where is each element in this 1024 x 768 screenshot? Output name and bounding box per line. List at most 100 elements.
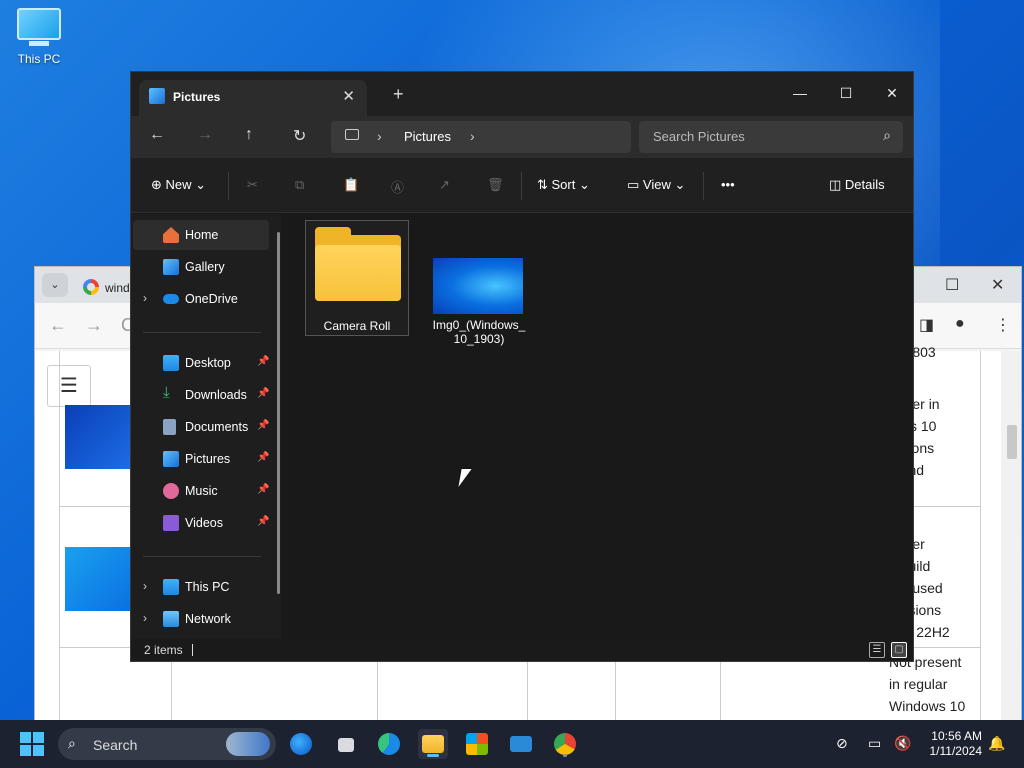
nav-item-music[interactable]: Music 📌 — [133, 476, 269, 506]
taskbar-search[interactable]: ⌕ Search — [58, 728, 276, 760]
nav-label: This PC — [185, 580, 230, 594]
maximize-button[interactable]: ☐ — [823, 78, 869, 108]
page-scrollbar[interactable] — [1001, 351, 1021, 723]
documents-icon — [163, 419, 176, 435]
desktop-icon-this-pc[interactable]: This PC — [10, 8, 68, 66]
refresh-icon[interactable]: ↻ — [293, 126, 306, 146]
minimize-button[interactable]: — — [777, 78, 823, 108]
gallery-icon — [163, 259, 179, 275]
nav-scrollbar[interactable] — [277, 232, 280, 594]
videos-icon — [163, 515, 179, 531]
nav-item-documents[interactable]: Documents 📌 — [133, 412, 269, 442]
scrollbar-thumb[interactable] — [1007, 425, 1017, 459]
rename-icon[interactable]: Ⓐ — [391, 177, 404, 196]
details-label: Details — [844, 177, 885, 192]
nav-label: Pictures — [185, 452, 231, 466]
tiles-view-icon[interactable]: ▢ — [891, 642, 907, 658]
copy-icon[interactable]: ⧉ — [295, 177, 304, 193]
pin-icon[interactable]: 📌 — [257, 356, 269, 367]
title-bar: Pictures ✕ + — ☐ ✕ — [131, 72, 913, 116]
chevron-right-icon[interactable]: › — [143, 579, 147, 593]
close-button[interactable]: ✕ — [991, 275, 1004, 295]
back-arrow-icon[interactable]: ← — [49, 315, 67, 336]
maximize-button[interactable]: ☐ — [945, 275, 959, 295]
clock[interactable]: 10:56 AM 1/11/2024 — [918, 729, 983, 759]
nav-item-network[interactable]: › Network — [133, 604, 269, 634]
taskbar: ⌕ Search ⊘ ▭ 🔇 10:56 AM 1/11/2024 🔔 — [0, 720, 1024, 768]
close-tab-icon[interactable]: ✕ — [342, 87, 355, 105]
nav-label: Network — [185, 612, 231, 626]
this-pc-icon — [345, 129, 359, 140]
store-icon[interactable] — [462, 729, 492, 759]
forward-arrow-icon[interactable]: → — [197, 126, 213, 144]
start-button[interactable] — [20, 732, 44, 756]
wallpaper-thumbnail — [65, 547, 135, 611]
address-bar[interactable]: › Pictures › — [331, 121, 631, 153]
details-button[interactable]: ◫ Details — [829, 177, 885, 193]
nav-item-home[interactable]: Home — [133, 220, 269, 250]
cut-icon[interactable]: ✂ — [247, 177, 258, 193]
sort-button[interactable]: ⇅ Sort ⌄ — [537, 177, 590, 193]
menu-icon[interactable]: ⋮ — [995, 315, 1011, 335]
pin-icon[interactable]: 📌 — [257, 452, 269, 463]
explorer-tab[interactable]: Pictures ✕ — [139, 80, 367, 116]
chevron-right-icon[interactable]: › — [143, 611, 147, 625]
file-item-image[interactable]: Img0_(Windows_ 10_1903) — [427, 214, 531, 354]
details-view-icon[interactable]: ☰ — [869, 642, 885, 658]
nav-item-this-pc[interactable]: › This PC — [133, 572, 269, 602]
new-button[interactable]: ⊕ New ⌄ — [151, 177, 206, 193]
clock-time: 10:56 AM — [931, 729, 982, 743]
up-arrow-icon[interactable]: ↑ — [245, 126, 253, 144]
chevron-right-icon[interactable]: › — [470, 128, 475, 144]
share-icon[interactable]: ↗ — [439, 177, 450, 193]
paste-icon[interactable]: 📋 — [343, 177, 359, 193]
nav-item-pictures[interactable]: Pictures 📌 — [133, 444, 269, 474]
file-explorer-window[interactable]: Pictures ✕ + — ☐ ✕ ← → ↑ ↻ › Pictures › … — [130, 71, 914, 662]
new-tab-button[interactable]: + — [393, 84, 404, 105]
pin-icon[interactable]: 📌 — [257, 388, 269, 399]
forward-arrow-icon[interactable]: → — [85, 315, 103, 336]
edge-dev-icon[interactable] — [286, 729, 316, 759]
more-options-button[interactable]: ••• — [721, 177, 735, 192]
nav-label: Desktop — [185, 356, 231, 370]
network-status-icon[interactable]: ⊘ — [836, 735, 848, 752]
close-window-button[interactable]: ✕ — [869, 78, 915, 108]
navigation-pane: Home Gallery › OneDrive Desktop 📌 ⤓ Down… — [131, 214, 281, 639]
volume-muted-icon[interactable]: 🔇 — [894, 735, 911, 752]
nav-item-videos[interactable]: Videos 📌 — [133, 508, 269, 538]
chevron-right-icon[interactable]: › — [377, 128, 382, 144]
view-button[interactable]: ▭ View ⌄ — [627, 177, 685, 193]
delete-icon[interactable]: 🗑 — [487, 177, 504, 193]
file-explorer-icon[interactable] — [418, 729, 448, 759]
nav-item-desktop[interactable]: Desktop 📌 — [133, 348, 269, 378]
nav-item-downloads[interactable]: ⤓ Downloads 📌 — [133, 380, 269, 410]
desktop-icon-label: This PC — [17, 52, 61, 66]
nav-item-onedrive[interactable]: › OneDrive — [133, 284, 269, 314]
nav-item-gallery[interactable]: Gallery — [133, 252, 269, 282]
downloads-icon: ⤓ — [163, 384, 170, 401]
notification-bell-icon[interactable]: 🔔 — [988, 735, 1005, 752]
task-view-icon[interactable] — [330, 729, 360, 759]
breadcrumb-item[interactable]: Pictures — [404, 129, 451, 144]
monitor-icon[interactable]: ▭ — [868, 735, 881, 752]
browser-tab-title: wind — [105, 281, 130, 295]
profile-icon[interactable]: ● — [955, 315, 965, 333]
search-box[interactable]: Search Pictures ⌕ — [639, 121, 903, 153]
edge-icon[interactable] — [374, 729, 404, 759]
sidebar-icon[interactable]: ◨ — [919, 315, 934, 335]
pin-icon[interactable]: 📌 — [257, 516, 269, 527]
home-icon — [163, 227, 179, 243]
table-of-contents-button[interactable]: ☰ — [47, 365, 91, 407]
file-item-folder[interactable]: Camera Roll — [305, 220, 409, 336]
item-count: 2 items — [144, 643, 183, 657]
pin-icon[interactable]: 📌 — [257, 420, 269, 431]
sort-label: Sort — [551, 177, 576, 192]
chevron-right-icon[interactable]: › — [143, 291, 147, 305]
pin-icon[interactable]: 📌 — [257, 484, 269, 495]
back-arrow-icon[interactable]: ← — [149, 126, 165, 144]
command-bar: ⊕ New ⌄ ✂ ⧉ 📋 Ⓐ ↗ 🗑 ⇅ Sort ⌄ ▭ View ⌄ ••… — [131, 158, 913, 213]
file-list[interactable]: Camera Roll Img0_(Windows_ 10_1903) — [289, 214, 913, 639]
tab-search-button[interactable]: ⌄ — [42, 273, 68, 297]
mail-icon[interactable] — [506, 729, 536, 759]
chrome-icon[interactable] — [550, 729, 580, 759]
